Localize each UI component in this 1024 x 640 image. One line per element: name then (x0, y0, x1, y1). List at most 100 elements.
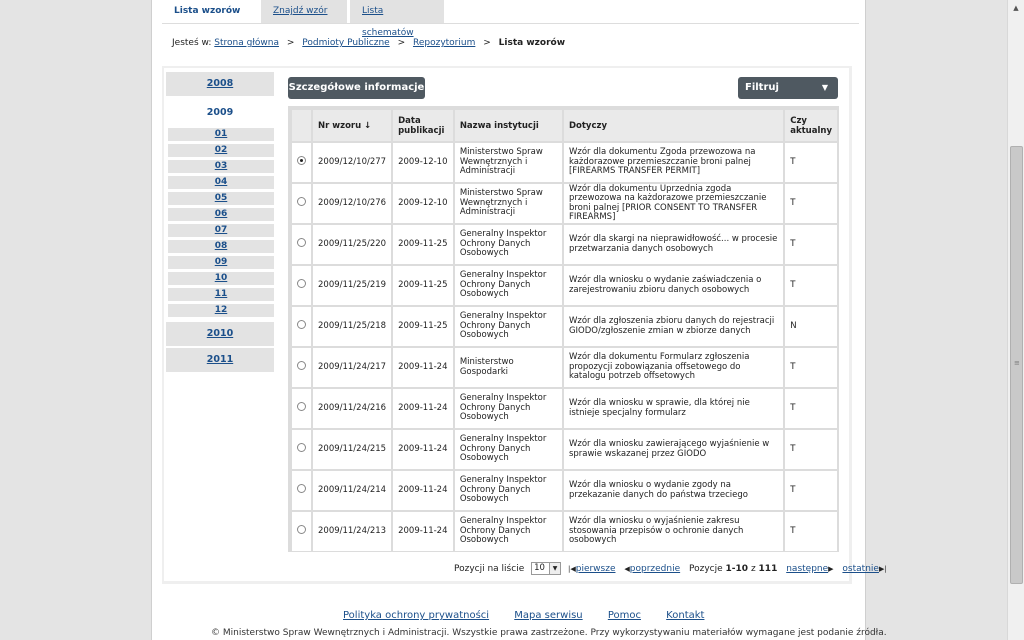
row-select-radio[interactable] (292, 471, 311, 510)
scroll-up-icon[interactable]: ▲ (1008, 0, 1024, 16)
vertical-scrollbar[interactable]: ▲ ≡ (1007, 0, 1024, 640)
row-select-radio[interactable] (292, 266, 311, 305)
breadcrumb-current: Lista wzorów (498, 38, 566, 48)
row-select-radio[interactable] (292, 184, 311, 223)
month-item[interactable]: 01 (168, 128, 274, 141)
month-link[interactable]: 10 (215, 273, 228, 283)
month-link[interactable]: 04 (215, 177, 228, 187)
cell-institution: Generalny Inspektor Ochrony Danych Osobo… (454, 512, 562, 551)
cell-concerns: Wzór dla wniosku zawierającego wyjaśnien… (563, 430, 784, 469)
table-row[interactable]: 2009/11/24/214 2009-11-24 Generalny Inspek… (292, 471, 837, 510)
table-row[interactable]: 2009/11/25/219 2009-11-25 Generalny Inspek… (292, 266, 837, 305)
month-link[interactable]: 07 (215, 225, 228, 235)
month-item[interactable]: 02 (168, 144, 274, 157)
first-page-icon[interactable]: |◀ (568, 565, 576, 573)
table-row[interactable]: 2009/12/10/276 2009-12-10 Ministerstwo Spr… (292, 184, 837, 223)
year-item-2008[interactable]: 2008 (166, 72, 274, 96)
radio-button[interactable] (297, 484, 306, 494)
year-item-2010[interactable]: 2010 (166, 322, 274, 346)
table-row[interactable]: 2009/11/24/217 2009-11-24 Ministerstwo Gos… (292, 348, 837, 387)
month-item[interactable]: 10 (168, 272, 274, 285)
row-select-radio[interactable] (292, 512, 311, 551)
table-row[interactable]: 2009/11/24/215 2009-11-24 Generalny Inspek… (292, 430, 837, 469)
last-page-icon[interactable]: ▶| (879, 565, 887, 573)
table-row[interactable]: 2009/11/24/213 2009-11-24 Generalny Inspek… (292, 512, 837, 551)
month-item[interactable]: 04 (168, 176, 274, 189)
month-item[interactable]: 12 (168, 304, 274, 317)
details-button[interactable]: Szczegółowe informacje (288, 77, 425, 99)
month-link[interactable]: 05 (215, 193, 228, 203)
radio-button[interactable] (297, 156, 306, 166)
radio-button[interactable] (297, 320, 306, 330)
month-item[interactable]: 09 (168, 256, 274, 269)
month-link[interactable]: 12 (215, 305, 228, 315)
cell-concerns: Wzór dla wniosku o wydanie zaświadczenia… (563, 266, 784, 305)
radio-button[interactable] (297, 197, 306, 207)
tab-znajdz-wzor[interactable]: Znajdź wzór (261, 0, 347, 24)
month-link[interactable]: 08 (215, 241, 228, 251)
header-current[interactable]: Czy aktualny (785, 110, 837, 141)
per-page-select[interactable]: 10 ▼ (531, 562, 562, 575)
year-sidebar: 2008 2009 01 02 03 04 05 06 07 08 09 10 11 12 2010 … (166, 72, 274, 374)
tab-lista-schematow[interactable]: Lista schematów (350, 0, 444, 38)
year-link[interactable]: 2011 (207, 354, 233, 365)
radio-button[interactable] (297, 525, 306, 535)
row-select-radio[interactable] (292, 348, 311, 387)
prev-page-link[interactable]: poprzednie (630, 564, 680, 574)
footer-link-sitemap[interactable]: Mapa serwisu (514, 610, 582, 621)
header-select (292, 110, 311, 141)
month-link[interactable]: 06 (215, 209, 228, 219)
filter-button[interactable]: Filtruj ▼ (738, 77, 838, 99)
table-row[interactable]: 2009/11/24/216 2009-11-24 Generalny Inspek… (292, 389, 837, 428)
month-link[interactable]: 11 (215, 289, 228, 299)
header-concerns[interactable]: Dotyczy (563, 110, 784, 141)
row-select-radio[interactable] (292, 307, 311, 346)
month-item[interactable]: 11 (168, 288, 274, 301)
month-item[interactable]: 08 (168, 240, 274, 253)
table-row[interactable]: 2009/11/25/218 2009-11-25 Generalny Inspek… (292, 307, 837, 346)
footer-link-help[interactable]: Pomoc (608, 610, 641, 621)
month-link[interactable]: 03 (215, 161, 228, 171)
row-select-radio[interactable] (292, 225, 311, 264)
year-item-2011[interactable]: 2011 (166, 348, 274, 372)
header-date[interactable]: Data publikacji (393, 110, 453, 141)
tab-link[interactable]: Znajdź wzór (273, 6, 327, 16)
last-page-link[interactable]: ostatnie (842, 564, 879, 574)
row-select-radio[interactable] (292, 430, 311, 469)
scrollbar-thumb[interactable]: ≡ (1010, 146, 1023, 584)
radio-button[interactable] (297, 238, 306, 248)
breadcrumb-link-repository[interactable]: Repozytorium (413, 38, 475, 48)
radio-button[interactable] (297, 402, 306, 412)
next-page-icon[interactable]: ▶ (828, 565, 833, 573)
header-nr[interactable]: Nr wzoru ↓ (313, 110, 392, 141)
table-row[interactable]: 2009/12/10/277 2009-12-10 Ministerstwo Spr… (292, 143, 837, 182)
tab-link[interactable]: Lista schematów (362, 6, 414, 38)
breadcrumb-link-home[interactable]: Strona główna (214, 38, 279, 48)
breadcrumb-link-public[interactable]: Podmioty Publiczne (302, 38, 389, 48)
first-page-link[interactable]: pierwsze (576, 564, 616, 574)
cell-nr: 2009/11/24/215 (313, 430, 392, 469)
footer-link-contact[interactable]: Kontakt (666, 610, 704, 621)
month-link[interactable]: 09 (215, 257, 228, 267)
month-item[interactable]: 05 (168, 192, 274, 205)
cell-current: N (785, 307, 837, 346)
table-row[interactable]: 2009/11/25/220 2009-11-25 Generalny Inspek… (292, 225, 837, 264)
month-item[interactable]: 07 (168, 224, 274, 237)
row-select-radio[interactable] (292, 389, 311, 428)
month-item[interactable]: 06 (168, 208, 274, 221)
month-link[interactable]: 01 (215, 129, 228, 139)
year-link[interactable]: 2008 (207, 78, 233, 89)
header-institution[interactable]: Nazwa instytucji (454, 110, 562, 141)
month-item[interactable]: 03 (168, 160, 274, 173)
month-link[interactable]: 02 (215, 145, 228, 155)
radio-button[interactable] (297, 361, 306, 371)
radio-button[interactable] (297, 279, 306, 289)
year-link[interactable]: 2010 (207, 328, 233, 339)
radio-button[interactable] (297, 443, 306, 453)
cell-institution: Ministerstwo Gospodarki (454, 348, 562, 387)
tab-lista-wzorow[interactable]: Lista wzorów (162, 0, 258, 24)
footer-link-privacy[interactable]: Polityka ochrony prywatności (343, 610, 489, 621)
row-select-radio[interactable] (292, 143, 311, 182)
year-item-selected: 2009 (166, 98, 274, 128)
next-page-link[interactable]: następne (786, 564, 828, 574)
